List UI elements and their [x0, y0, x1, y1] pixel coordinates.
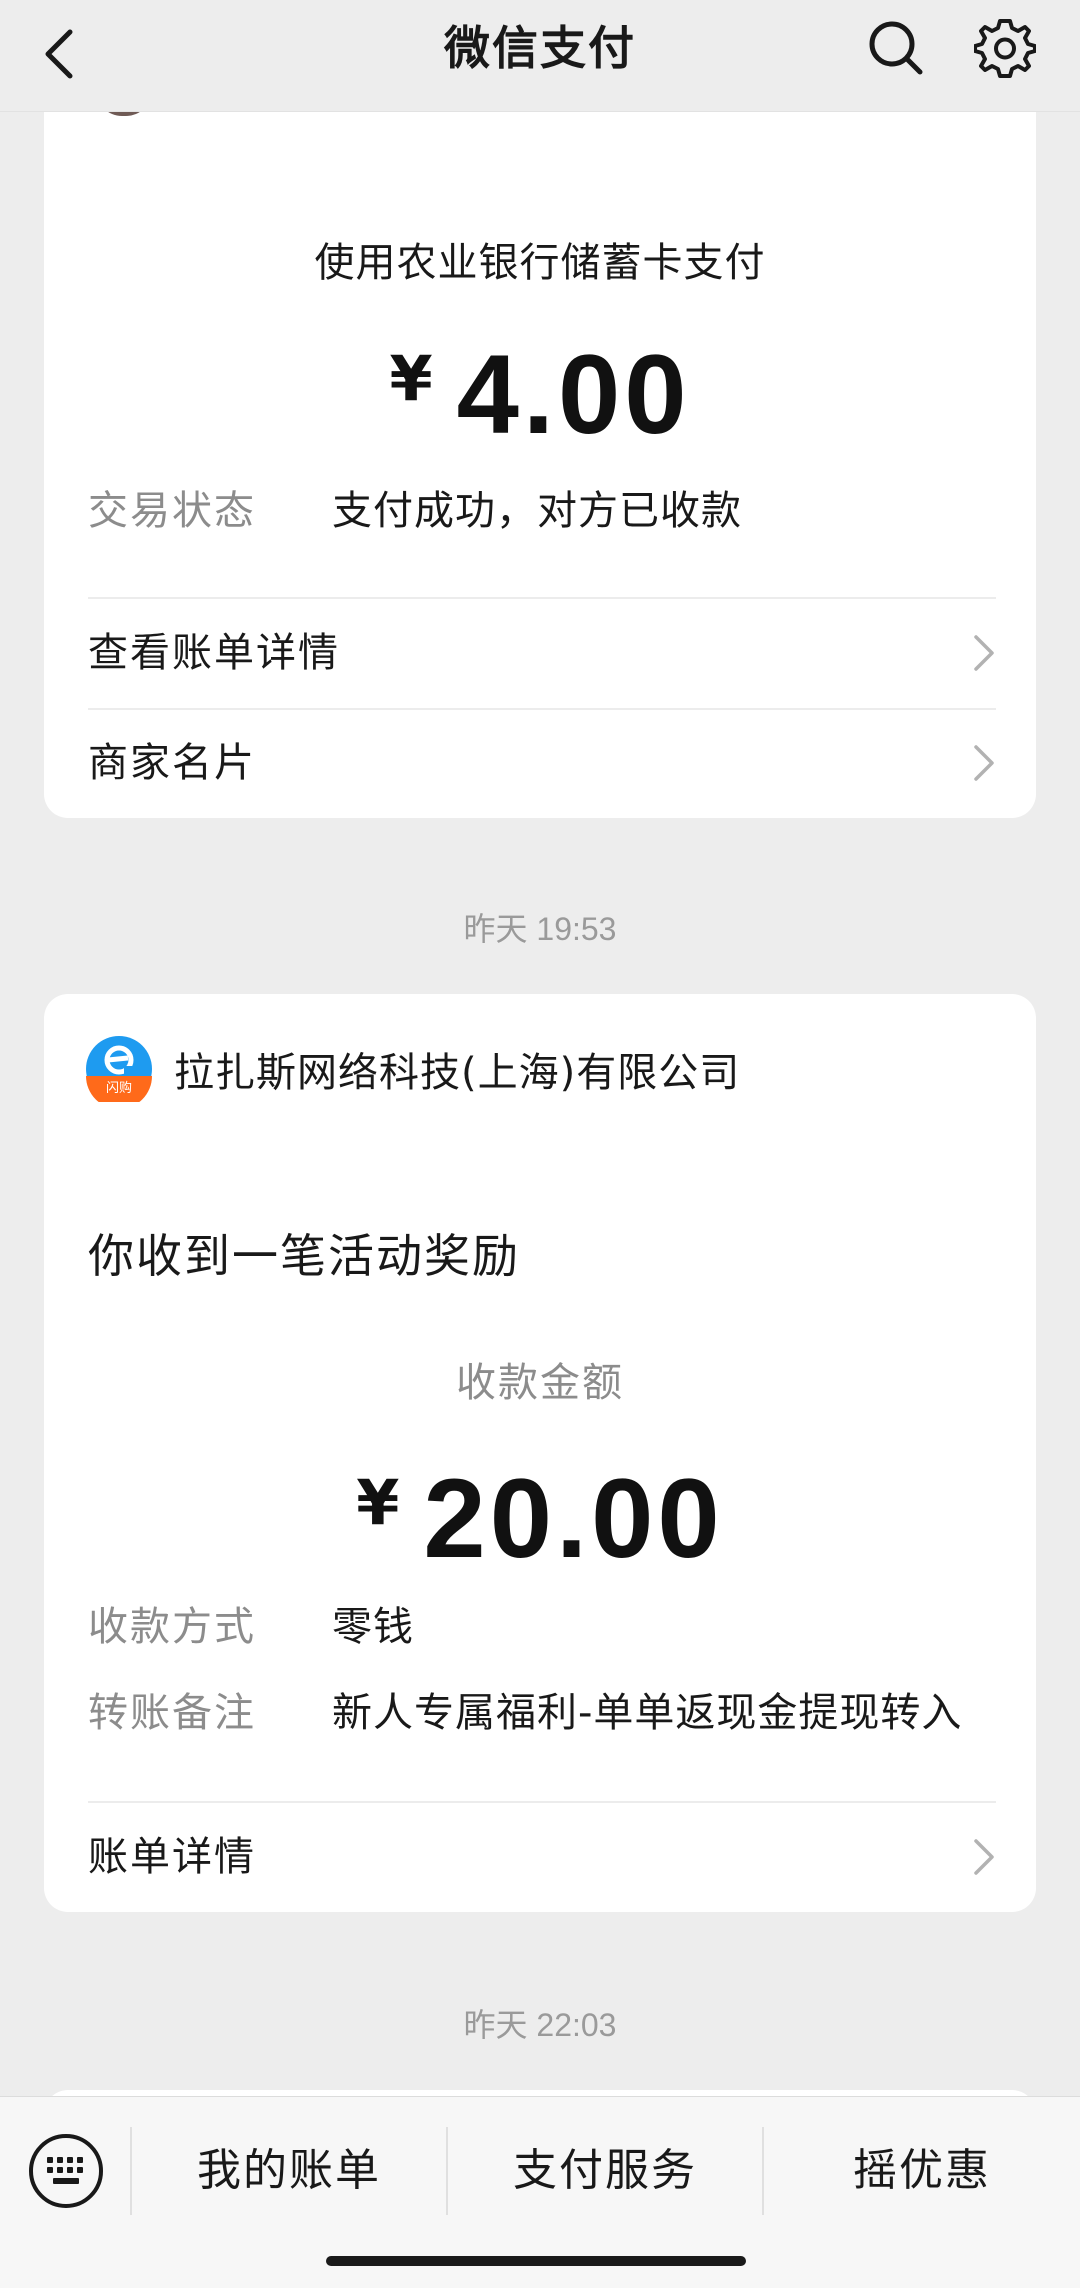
- currency-symbol: ¥: [356, 1466, 400, 1539]
- merchant-card-link[interactable]: 商家名片: [88, 708, 996, 818]
- amount-value: 20.00: [423, 1456, 724, 1581]
- gear-icon[interactable]: [974, 16, 1036, 78]
- bill-details-link[interactable]: 账单详情: [88, 1802, 996, 1912]
- logo-badge-text: 闪购: [106, 1080, 132, 1096]
- payment-method-text: 使用农业银行储蓄卡支付: [314, 240, 766, 286]
- amount-value: 4.00: [456, 332, 691, 457]
- search-icon[interactable]: [866, 18, 926, 78]
- transfer-note-label: 转账备注: [88, 1690, 256, 1736]
- merchant-name: 拉扎斯网络科技(上海)有限公司: [174, 1050, 741, 1096]
- home-indicator[interactable]: [326, 2256, 746, 2266]
- reward-card: 闪购 拉扎斯网络科技(上海)有限公司 你收到一笔活动奖励 收款金额 ¥20.00…: [44, 994, 1036, 1912]
- received-amount-label: 收款金额: [456, 1360, 624, 1406]
- link-label: 账单详情: [88, 1834, 256, 1880]
- payment-card: 使用农业银行储蓄卡支付 ¥4.00 交易状态 支付成功，对方已收款 查看账单详情…: [44, 100, 1036, 818]
- wechat-pay-screen: 使用农业银行储蓄卡支付 ¥4.00 交易状态 支付成功，对方已收款 查看账单详情…: [0, 0, 1080, 2288]
- tab-shake-offers[interactable]: 摇优惠: [764, 2127, 1080, 2215]
- payment-amount: ¥4.00: [44, 330, 1036, 459]
- currency-symbol: ¥: [389, 342, 433, 415]
- status-value: 支付成功，对方已收款: [332, 488, 742, 534]
- chevron-right-icon: [974, 1839, 994, 1875]
- eleme-logo-icon: 闪购: [86, 1036, 152, 1102]
- status-label: 交易状态: [88, 488, 256, 534]
- view-bill-details-link[interactable]: 查看账单详情: [88, 598, 996, 708]
- reward-amount: ¥20.00: [44, 1454, 1036, 1583]
- top-nav-bar: 微信支付: [0, 0, 1080, 112]
- receive-method-label: 收款方式: [88, 1604, 256, 1650]
- chevron-right-icon: [974, 745, 994, 781]
- receive-method-value: 零钱: [332, 1604, 414, 1650]
- tab-payment-services[interactable]: 支付服务: [448, 2127, 762, 2215]
- reward-title: 你收到一笔活动奖励: [88, 1229, 520, 1283]
- timestamp: 昨天 19:53: [463, 911, 617, 947]
- chevron-right-icon: [974, 635, 994, 671]
- link-label: 查看账单详情: [88, 630, 340, 676]
- link-label: 商家名片: [88, 740, 256, 786]
- keyboard-icon[interactable]: [28, 2133, 104, 2209]
- transfer-note-value: 新人专属福利-单单返现金提现转入: [332, 1690, 963, 1736]
- tab-my-bills[interactable]: 我的账单: [132, 2127, 446, 2215]
- timestamp: 昨天 22:03: [463, 2007, 617, 2043]
